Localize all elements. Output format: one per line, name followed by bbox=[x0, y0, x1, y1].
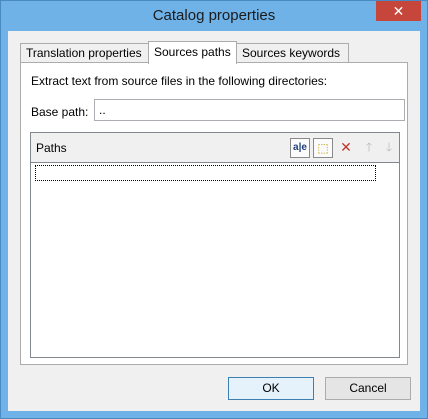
base-path-input[interactable]: .. bbox=[94, 99, 405, 121]
dialog-client-area: Translation properties Sources paths Sou… bbox=[8, 31, 420, 411]
paths-title: Paths bbox=[36, 141, 67, 155]
window-title: Catalog properties bbox=[152, 7, 276, 24]
move-up-icon: 🡑 bbox=[365, 140, 373, 154]
delete-path-icon[interactable]: ✕ bbox=[336, 138, 356, 158]
paths-header: Paths a|e ⬚ ✕ 🡑 🡓 bbox=[31, 133, 399, 163]
dialog-window: Catalog properties ✕ Translation propert… bbox=[0, 0, 428, 419]
add-path-icon[interactable]: ⬚ bbox=[313, 138, 333, 158]
cancel-button[interactable]: Cancel bbox=[325, 377, 411, 400]
base-path-label: Base path: bbox=[31, 105, 89, 119]
list-item[interactable] bbox=[35, 165, 376, 181]
tab-sources-keywords[interactable]: Sources keywords bbox=[236, 43, 349, 63]
description-text: Extract text from source files in the fo… bbox=[31, 74, 328, 88]
title-bar: Catalog properties ✕ bbox=[1, 1, 427, 31]
tab-sources-paths[interactable]: Sources paths bbox=[148, 41, 237, 64]
paths-list[interactable] bbox=[31, 163, 399, 357]
edit-path-icon[interactable]: a|e bbox=[290, 138, 310, 158]
tab-translation-properties[interactable]: Translation properties bbox=[20, 43, 149, 63]
close-button[interactable]: ✕ bbox=[376, 1, 421, 21]
sources-paths-panel: Extract text from source files in the fo… bbox=[20, 62, 408, 365]
ok-button[interactable]: OK bbox=[228, 377, 314, 400]
move-down-icon: 🡓 bbox=[385, 140, 393, 154]
paths-list-box: Paths a|e ⬚ ✕ 🡑 🡓 bbox=[30, 132, 400, 358]
